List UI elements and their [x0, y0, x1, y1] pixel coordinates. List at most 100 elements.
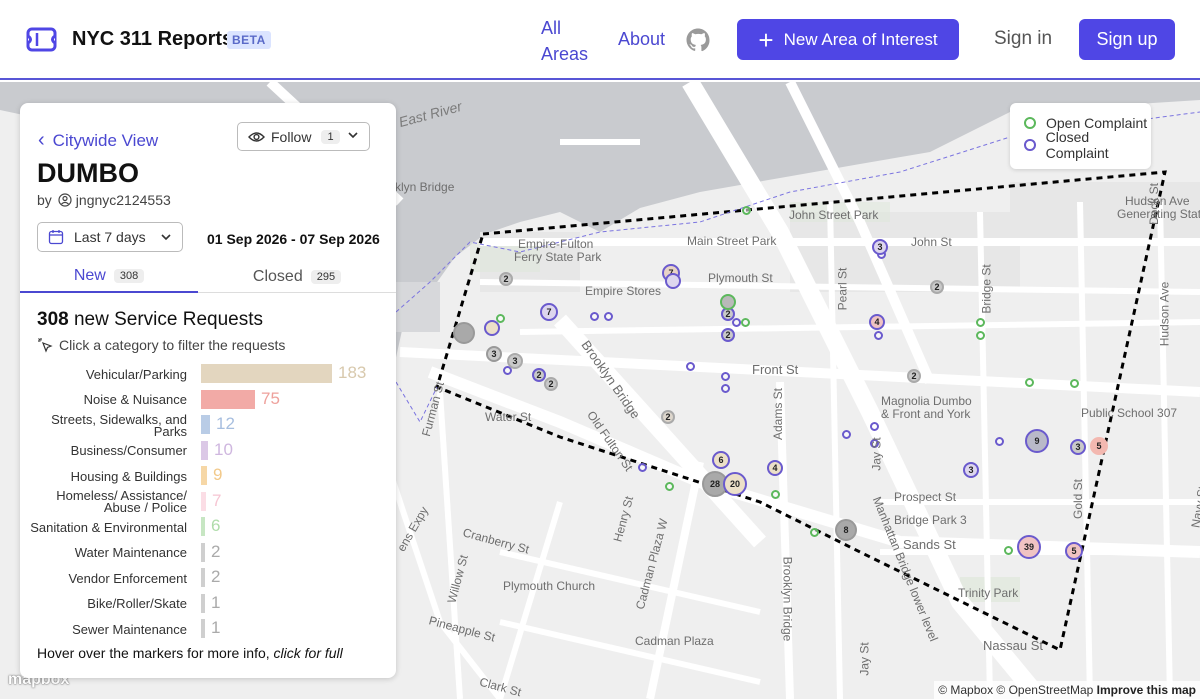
- category-value: 6: [211, 516, 221, 535]
- nav-link-all-areas[interactable]: All Areas: [541, 15, 601, 67]
- category-row[interactable]: Water Maintenance 2: [20, 541, 396, 566]
- cluster-marker[interactable]: 4: [767, 460, 783, 476]
- new-area-button[interactable]: + New Area of Interest: [737, 19, 959, 60]
- category-label: Bike/Roller/Skate: [87, 596, 187, 611]
- category-value: 75: [261, 388, 280, 408]
- cluster-marker[interactable]: 3: [963, 462, 979, 478]
- category-row[interactable]: Vehicular/Parking 183: [20, 362, 396, 387]
- category-row[interactable]: Business/Consumer 10: [20, 439, 396, 464]
- cluster-count: 7: [546, 307, 552, 317]
- citywide-view-link[interactable]: ‹ Citywide View: [38, 129, 158, 152]
- closed-complaint-dot-icon: [1024, 139, 1036, 151]
- cluster-marker[interactable]: 5: [1090, 437, 1108, 455]
- tab-new[interactable]: New 308: [20, 260, 198, 293]
- area-title: DUMBO: [37, 158, 139, 188]
- follow-button[interactable]: Follow 1: [237, 122, 370, 151]
- category-row[interactable]: Noise & Nuisance 75: [20, 388, 396, 413]
- map-label: Magnolia Dumbo: [881, 394, 972, 408]
- cluster-marker[interactable]: 3: [507, 353, 523, 369]
- category-label: Business/Consumer: [70, 443, 187, 458]
- cluster-marker[interactable]: 39: [1017, 535, 1041, 559]
- map-label: Public School 307: [1081, 406, 1178, 420]
- cluster-count: 3: [1075, 442, 1081, 452]
- cluster-marker[interactable]: 2: [499, 272, 513, 286]
- cluster-marker[interactable]: [720, 294, 736, 310]
- category-row[interactable]: Homeless/ Assistance/ Abuse / Police 7: [20, 489, 396, 515]
- cluster-count: 3: [512, 356, 518, 366]
- eye-icon: [248, 131, 265, 142]
- category-hint-text: Click a category to filter the requests: [59, 337, 286, 353]
- byline: by jngnyc2124553: [37, 192, 171, 208]
- date-range-value: Last 7 days: [74, 229, 146, 245]
- cluster-marker[interactable]: 7: [540, 303, 558, 321]
- tab-closed-count: 295: [310, 269, 342, 284]
- cluster-marker[interactable]: [665, 273, 681, 289]
- map-label: Gold St: [1071, 478, 1086, 520]
- sign-up-button[interactable]: Sign up: [1079, 19, 1175, 60]
- cluster-marker[interactable]: 2: [721, 328, 735, 342]
- cluster-marker[interactable]: 9: [1025, 429, 1049, 453]
- map-label: Dock St: [1147, 182, 1162, 226]
- sign-in-button[interactable]: Sign in: [994, 28, 1052, 50]
- category-row[interactable]: Housing & Buildings 9: [20, 464, 396, 489]
- cluster-count: 2: [725, 330, 731, 340]
- cluster-count: 20: [729, 479, 740, 489]
- chevron-down-icon[interactable]: [347, 129, 359, 141]
- map-label: Empire Stores: [585, 284, 662, 298]
- category-label: Sanitation & Environmental: [30, 519, 187, 535]
- category-value: 9: [213, 465, 223, 484]
- cluster-count: 2: [503, 274, 509, 284]
- hover-hint-text: Hover over the markers for more info,: [37, 645, 270, 661]
- cluster-count: 2: [934, 282, 940, 292]
- cluster-marker[interactable]: 4: [869, 314, 885, 330]
- cluster-marker[interactable]: 6: [712, 451, 730, 469]
- tab-closed[interactable]: Closed 295: [198, 260, 396, 293]
- cluster-marker[interactable]: [484, 320, 500, 336]
- category-row[interactable]: Streets, Sidewalks, and Parks 12: [20, 413, 396, 438]
- cluster-marker[interactable]: 8: [835, 519, 857, 541]
- category-row[interactable]: Sanitation & Environmental 6: [20, 515, 396, 540]
- github-icon[interactable]: [686, 28, 710, 52]
- beta-badge: BETA: [227, 31, 271, 49]
- improve-map-link[interactable]: Improve this map: [1097, 683, 1196, 697]
- category-row[interactable]: Sewer Maintenance 1: [20, 617, 396, 642]
- cluster-marker[interactable]: [453, 322, 475, 344]
- chevron-down-icon: [161, 234, 171, 241]
- ticket-logo-icon[interactable]: [26, 27, 57, 52]
- nav-link-about[interactable]: About: [618, 29, 665, 50]
- map-label: Main Street Park: [687, 234, 777, 248]
- map-label: John St: [911, 235, 952, 249]
- cluster-marker[interactable]: 20: [723, 472, 747, 496]
- cluster-marker[interactable]: 5: [1065, 542, 1083, 560]
- cluster-count: 3: [968, 465, 974, 475]
- category-row[interactable]: Bike/Roller/Skate 1: [20, 592, 396, 617]
- category-label: Water Maintenance: [74, 545, 187, 560]
- category-bar: [201, 491, 206, 511]
- attribution-text[interactable]: © Mapbox © OpenStreetMap: [938, 683, 1093, 697]
- cluster-marker[interactable]: 2: [907, 369, 921, 383]
- category-value: 7: [212, 490, 222, 510]
- category-bar: [201, 389, 255, 409]
- cursor-click-icon: [38, 338, 53, 353]
- cluster-marker[interactable]: 3: [486, 346, 502, 362]
- cluster-marker[interactable]: 2: [544, 377, 558, 391]
- category-bar: [201, 415, 210, 434]
- category-value: 10: [214, 439, 233, 459]
- cluster-marker[interactable]: 2: [930, 280, 944, 294]
- back-label: Citywide View: [52, 130, 159, 150]
- cluster-count: 39: [1023, 542, 1034, 552]
- cluster-count: 4: [772, 463, 778, 473]
- category-label: Noise & Nuisance: [83, 392, 187, 407]
- category-row[interactable]: Vendor Enforcement 2: [20, 566, 396, 591]
- tab-new-count: 308: [113, 268, 145, 283]
- map-label: Prospect St: [894, 490, 957, 504]
- cluster-marker[interactable]: 2: [661, 410, 675, 424]
- cluster-marker[interactable]: 3: [1070, 439, 1086, 455]
- category-value: 2: [211, 567, 221, 586]
- map-attribution[interactable]: © Mapbox © OpenStreetMap Improve this ma…: [934, 681, 1200, 699]
- brand-title[interactable]: NYC 311 Reports: [72, 28, 233, 51]
- date-range-select[interactable]: Last 7 days: [37, 222, 183, 252]
- cluster-marker[interactable]: 3: [872, 239, 888, 255]
- author-username[interactable]: jngnyc2124553: [76, 192, 171, 208]
- cluster-count: 2: [725, 309, 731, 319]
